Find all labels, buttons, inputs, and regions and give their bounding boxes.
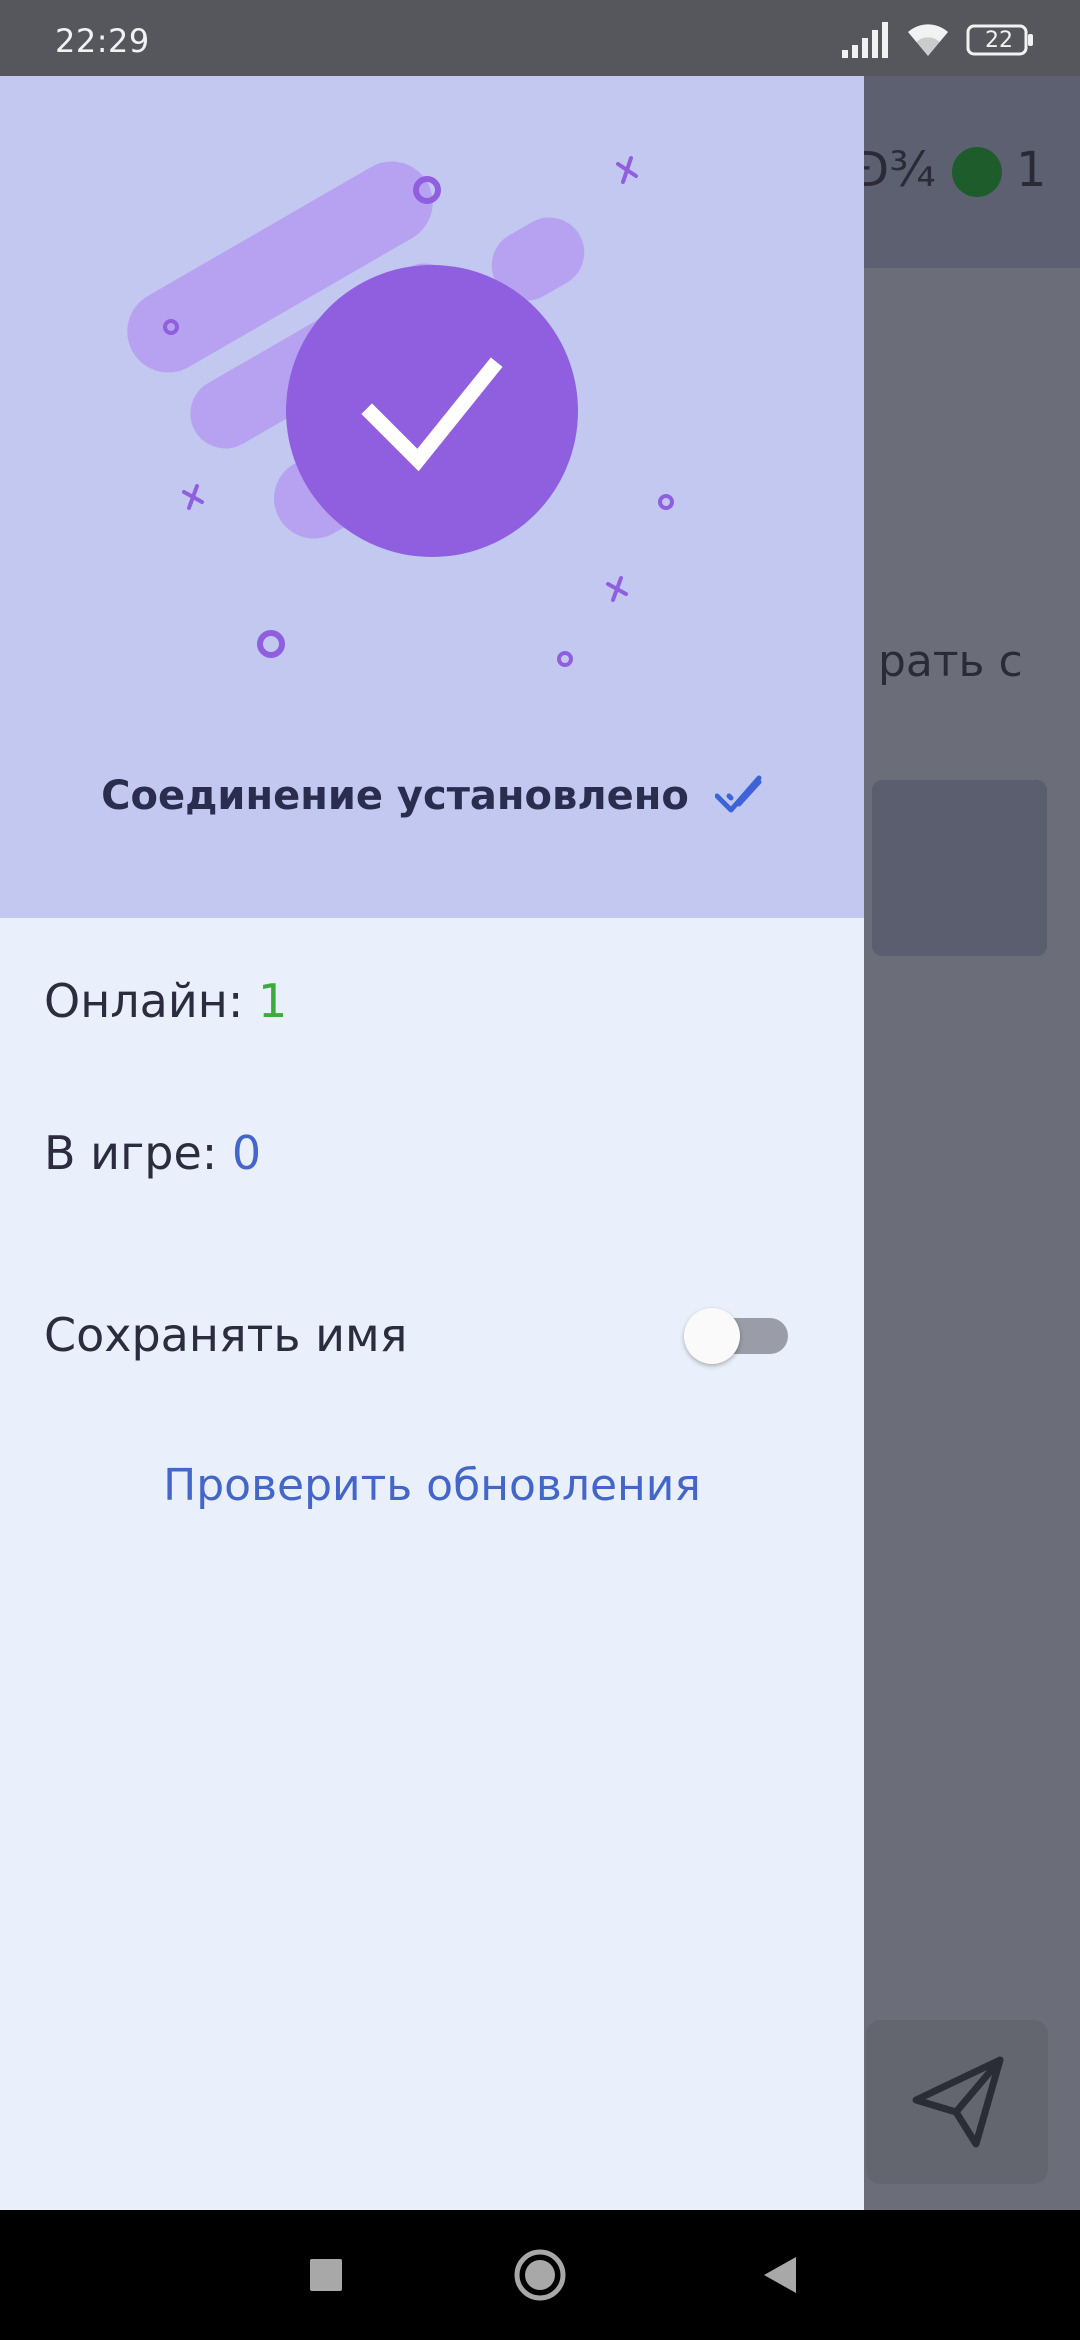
ingame-label: В игре: <box>44 1126 232 1180</box>
background-online-count: 1 <box>1016 142 1047 198</box>
save-name-label: Сохранять имя <box>44 1308 408 1362</box>
recents-icon <box>310 2259 342 2291</box>
status-icons: 22 <box>840 20 1040 60</box>
online-count-row: Онлайн: 1 <box>44 974 287 1028</box>
back-icon <box>764 2257 796 2293</box>
check-updates-button[interactable]: Проверить обновления <box>0 1460 864 1511</box>
toggle-thumb <box>684 1308 740 1364</box>
signal-icon <box>842 22 888 58</box>
background-header-glyph: Ð¾ <box>852 142 936 198</box>
status-bar: 22:29 22 <box>0 0 1080 76</box>
save-name-setting: Сохранять имя <box>0 1286 864 1386</box>
online-label: Онлайн: <box>44 974 258 1028</box>
save-name-toggle[interactable] <box>684 1308 788 1364</box>
online-value: 1 <box>257 974 288 1028</box>
ingame-value: 0 <box>231 1126 262 1180</box>
back-button[interactable] <box>720 2210 840 2340</box>
send-button[interactable] <box>866 2020 1048 2184</box>
connection-status: Соединение установлено <box>0 756 864 836</box>
double-check-icon <box>714 775 762 813</box>
background-partial-text: рать с <box>878 636 1023 687</box>
send-icon <box>912 2056 1004 2148</box>
status-time: 22:29 <box>55 22 150 60</box>
connection-status-text: Соединение установлено <box>101 773 689 819</box>
home-button[interactable] <box>480 2210 600 2340</box>
system-navigation-bar <box>0 2210 1080 2340</box>
home-icon <box>514 2249 566 2301</box>
navigation-drawer: Соединение установлено Онлайн: 1 В игре:… <box>0 76 864 2210</box>
battery-level: 22 <box>985 28 1013 53</box>
background-card <box>872 780 1047 956</box>
recents-button[interactable] <box>266 2210 386 2340</box>
connection-success-illustration <box>127 156 674 667</box>
ingame-count-row: В игре: 0 <box>44 1126 261 1180</box>
drawer-header: Соединение установлено <box>0 76 864 918</box>
wifi-icon <box>908 24 948 56</box>
online-indicator-dot <box>952 147 1002 197</box>
